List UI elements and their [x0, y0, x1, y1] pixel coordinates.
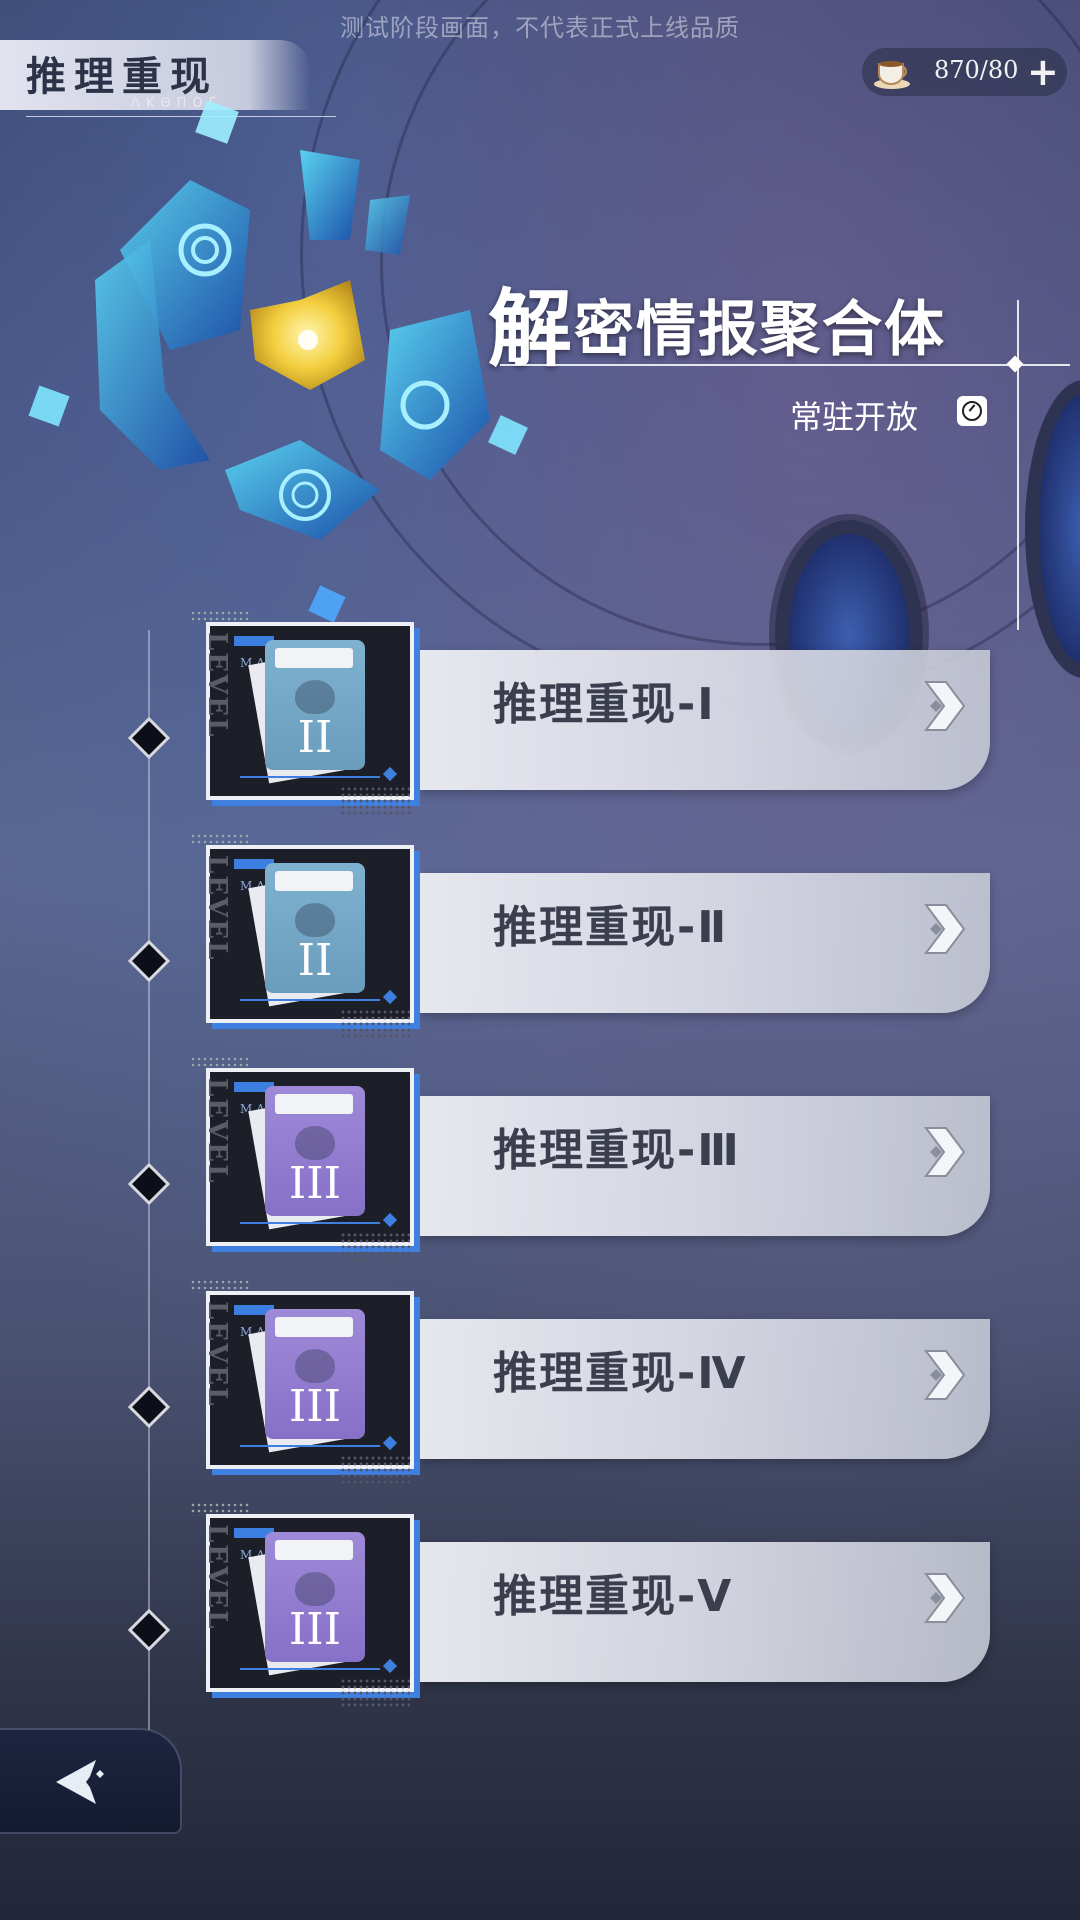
level-tag: LEVEL — [202, 1524, 232, 1631]
thumbnail-rule — [240, 1445, 380, 1447]
level-tag: LEVEL — [202, 1301, 232, 1408]
owl-emblem-icon — [295, 1126, 335, 1160]
level-tag: LEVEL — [202, 632, 232, 739]
timeline-node — [127, 1162, 171, 1206]
difficulty-numeral: III — [288, 1604, 342, 1655]
decorative-dots — [190, 1279, 250, 1293]
level-tag: LEVEL — [202, 1078, 232, 1185]
chevron-right-icon[interactable] — [920, 1570, 968, 1626]
folder-tab — [275, 1317, 353, 1337]
owl-emblem-icon — [295, 1572, 335, 1606]
level-label: 推理重现-Ⅰ — [493, 679, 716, 730]
folder-tab — [275, 1540, 353, 1560]
level-label: 推理重现-Ⅲ — [493, 1125, 741, 1176]
event-status: 常驻开放 — [790, 398, 919, 436]
decorative-dots — [340, 1455, 410, 1485]
owl-emblem-icon — [295, 680, 335, 714]
timeline-node — [127, 1608, 171, 1652]
chevron-right-icon[interactable] — [920, 678, 968, 734]
timeline-node — [127, 939, 171, 983]
thumbnail-diamond — [382, 1658, 398, 1674]
level-thumbnail: LEVEL MA III — [202, 1518, 410, 1688]
level-label: 推理重现-Ⅳ — [493, 1348, 748, 1399]
puzzle-cube-illustration — [28, 100, 528, 623]
currency-counter[interactable]: 870/80 + — [862, 48, 1067, 96]
decorative-dots — [340, 786, 410, 816]
level-label: 推理重现-Ⅴ — [493, 1571, 734, 1622]
level-thumbnail: LEVEL MA III — [202, 1295, 410, 1465]
level-tag: LEVEL — [202, 855, 232, 962]
folder-tab — [275, 648, 353, 668]
folder-tab — [275, 871, 353, 891]
currency-value: 870/80 — [934, 56, 1019, 84]
decorative-dots — [340, 1232, 410, 1262]
dossier-folder-icon: II — [265, 640, 365, 770]
back-arrow-icon — [56, 1760, 104, 1804]
thumbnail-rule — [240, 776, 380, 778]
event-title-rest: 密情报聚合体 — [574, 295, 947, 365]
dossier-folder-icon: III — [265, 1532, 365, 1662]
timer-icon — [957, 396, 987, 426]
dossier-folder-icon: III — [265, 1086, 365, 1216]
decorative-dots — [340, 1678, 410, 1708]
owl-emblem-icon — [295, 903, 335, 937]
level-label: 推理重现-Ⅱ — [493, 902, 729, 953]
thumbnail-rule — [240, 1668, 380, 1670]
plus-icon[interactable]: + — [1027, 50, 1059, 94]
thumbnail-diamond — [382, 1435, 398, 1451]
event-title-vertical-rule — [1017, 300, 1019, 630]
level-thumbnail: LEVEL MA II — [202, 849, 410, 1019]
difficulty-numeral: II — [297, 935, 333, 986]
timeline-node — [127, 1385, 171, 1429]
chevron-right-icon[interactable] — [920, 1347, 968, 1403]
screen: 测试阶段画面，不代表正式上线品质 推理重现 ΛΚΘΠΟΓ 870/80 + 解密… — [0, 0, 1080, 1920]
thumbnail-rule — [240, 1222, 380, 1224]
chevron-right-icon[interactable] — [920, 901, 968, 957]
level-thumbnail: LEVEL MA III — [202, 1072, 410, 1242]
test-watermark: 测试阶段画面，不代表正式上线品质 — [340, 14, 740, 42]
decorative-dots — [340, 1009, 410, 1039]
difficulty-numeral: II — [297, 712, 333, 763]
event-title-underline — [500, 364, 1070, 366]
decorative-dots — [190, 610, 250, 624]
level-card-1[interactable]: 推理重现-Ⅰ LEVEL MA II — [190, 610, 1010, 816]
level-card-4[interactable]: 推理重现-Ⅳ LEVEL MA III — [190, 1279, 1010, 1485]
coffee-cup-icon — [874, 61, 910, 89]
level-card-5[interactable]: 推理重现-Ⅴ LEVEL MA III — [190, 1502, 1010, 1708]
level-card-3[interactable]: 推理重现-Ⅲ LEVEL MA III — [190, 1056, 1010, 1262]
thumbnail-diamond — [382, 766, 398, 782]
difficulty-numeral: III — [288, 1158, 342, 1209]
decorative-dots — [190, 1502, 250, 1516]
difficulty-numeral: III — [288, 1381, 342, 1432]
thumbnail-rule — [240, 999, 380, 1001]
dossier-folder-icon: II — [265, 863, 365, 993]
chevron-right-icon[interactable] — [920, 1124, 968, 1180]
thumbnail-diamond — [382, 989, 398, 1005]
level-card-2[interactable]: 推理重现-Ⅱ LEVEL MA II — [190, 833, 1010, 1039]
back-button[interactable] — [0, 1730, 180, 1832]
thumbnail-diamond — [382, 1212, 398, 1228]
decorative-dots — [190, 1056, 250, 1070]
folder-tab — [275, 1094, 353, 1114]
owl-emblem-icon — [295, 1349, 335, 1383]
decorative-dots — [190, 833, 250, 847]
timeline-node — [127, 716, 171, 760]
dossier-folder-icon: III — [265, 1309, 365, 1439]
level-thumbnail: LEVEL MA II — [202, 626, 410, 796]
